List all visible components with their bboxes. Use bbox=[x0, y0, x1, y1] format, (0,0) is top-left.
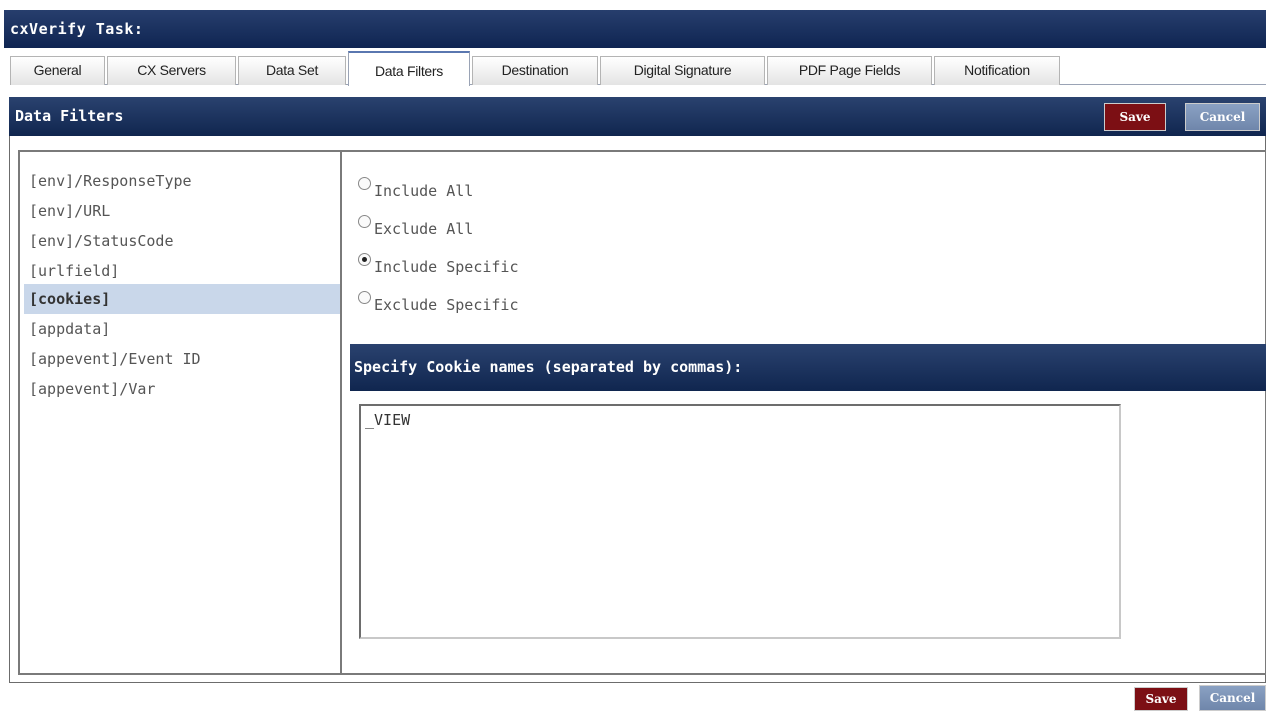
tab-general[interactable]: General bbox=[10, 56, 105, 85]
list-item-appevent-event-id[interactable]: [appevent]/Event ID bbox=[24, 344, 340, 374]
list-item-appevent-var[interactable]: [appevent]/Var bbox=[24, 374, 340, 404]
tab-data-filters[interactable]: Data Filters bbox=[348, 51, 470, 86]
content-frame: [env]/ResponseType [env]/URL [env]/Statu… bbox=[9, 136, 1266, 683]
radio-exclude-specific-label: Exclude Specific bbox=[374, 296, 519, 314]
specify-cookie-heading: Specify Cookie names (separated by comma… bbox=[350, 344, 1266, 391]
radio-exclude-all-label: Exclude All bbox=[374, 220, 474, 238]
radio-exclude-all-control[interactable] bbox=[358, 215, 371, 228]
list-item-urlfield[interactable]: [urlfield] bbox=[24, 256, 340, 286]
radio-include-all-control[interactable] bbox=[358, 177, 371, 190]
filter-editor: [env]/ResponseType [env]/URL [env]/Statu… bbox=[18, 150, 1266, 675]
radio-include-specific-label: Include Specific bbox=[374, 258, 519, 276]
tab-cx-servers[interactable]: CX Servers bbox=[107, 56, 236, 85]
window-title: cxVerify Task: bbox=[10, 20, 144, 38]
tab-pdf-page-fields[interactable]: PDF Page Fields bbox=[767, 56, 932, 85]
panel-title: Data Filters bbox=[15, 107, 124, 125]
tab-destination[interactable]: Destination bbox=[472, 56, 598, 85]
list-item-cookies[interactable]: [cookies] bbox=[24, 284, 340, 314]
radio-include-all-label: Include All bbox=[374, 182, 474, 200]
cookie-names-input[interactable] bbox=[359, 404, 1121, 639]
tab-strip: General CX Servers Data Set Data Filters… bbox=[10, 51, 1266, 86]
window-title-bar: cxVerify Task: bbox=[4, 10, 1266, 48]
tab-data-set[interactable]: Data Set bbox=[238, 56, 346, 85]
save-button[interactable]: Save bbox=[1104, 103, 1166, 131]
tab-notification[interactable]: Notification bbox=[934, 56, 1060, 85]
list-item-appdata[interactable]: [appdata] bbox=[24, 314, 340, 344]
list-item-env-statuscode[interactable]: [env]/StatusCode bbox=[24, 226, 340, 256]
panel-header: Data Filters Save Cancel bbox=[9, 97, 1266, 136]
footer-cancel-button[interactable]: Cancel bbox=[1199, 685, 1266, 711]
radio-include-specific-control[interactable] bbox=[358, 253, 371, 266]
footer-save-button[interactable]: Save bbox=[1134, 687, 1188, 711]
radio-exclude-specific-control[interactable] bbox=[358, 291, 371, 304]
cancel-button[interactable]: Cancel bbox=[1185, 103, 1260, 131]
list-item-env-responsetype[interactable]: [env]/ResponseType bbox=[24, 166, 340, 196]
tab-digital-signature[interactable]: Digital Signature bbox=[600, 56, 765, 85]
field-list: [env]/ResponseType [env]/URL [env]/Statu… bbox=[20, 152, 342, 673]
list-item-env-url[interactable]: [env]/URL bbox=[24, 196, 340, 226]
